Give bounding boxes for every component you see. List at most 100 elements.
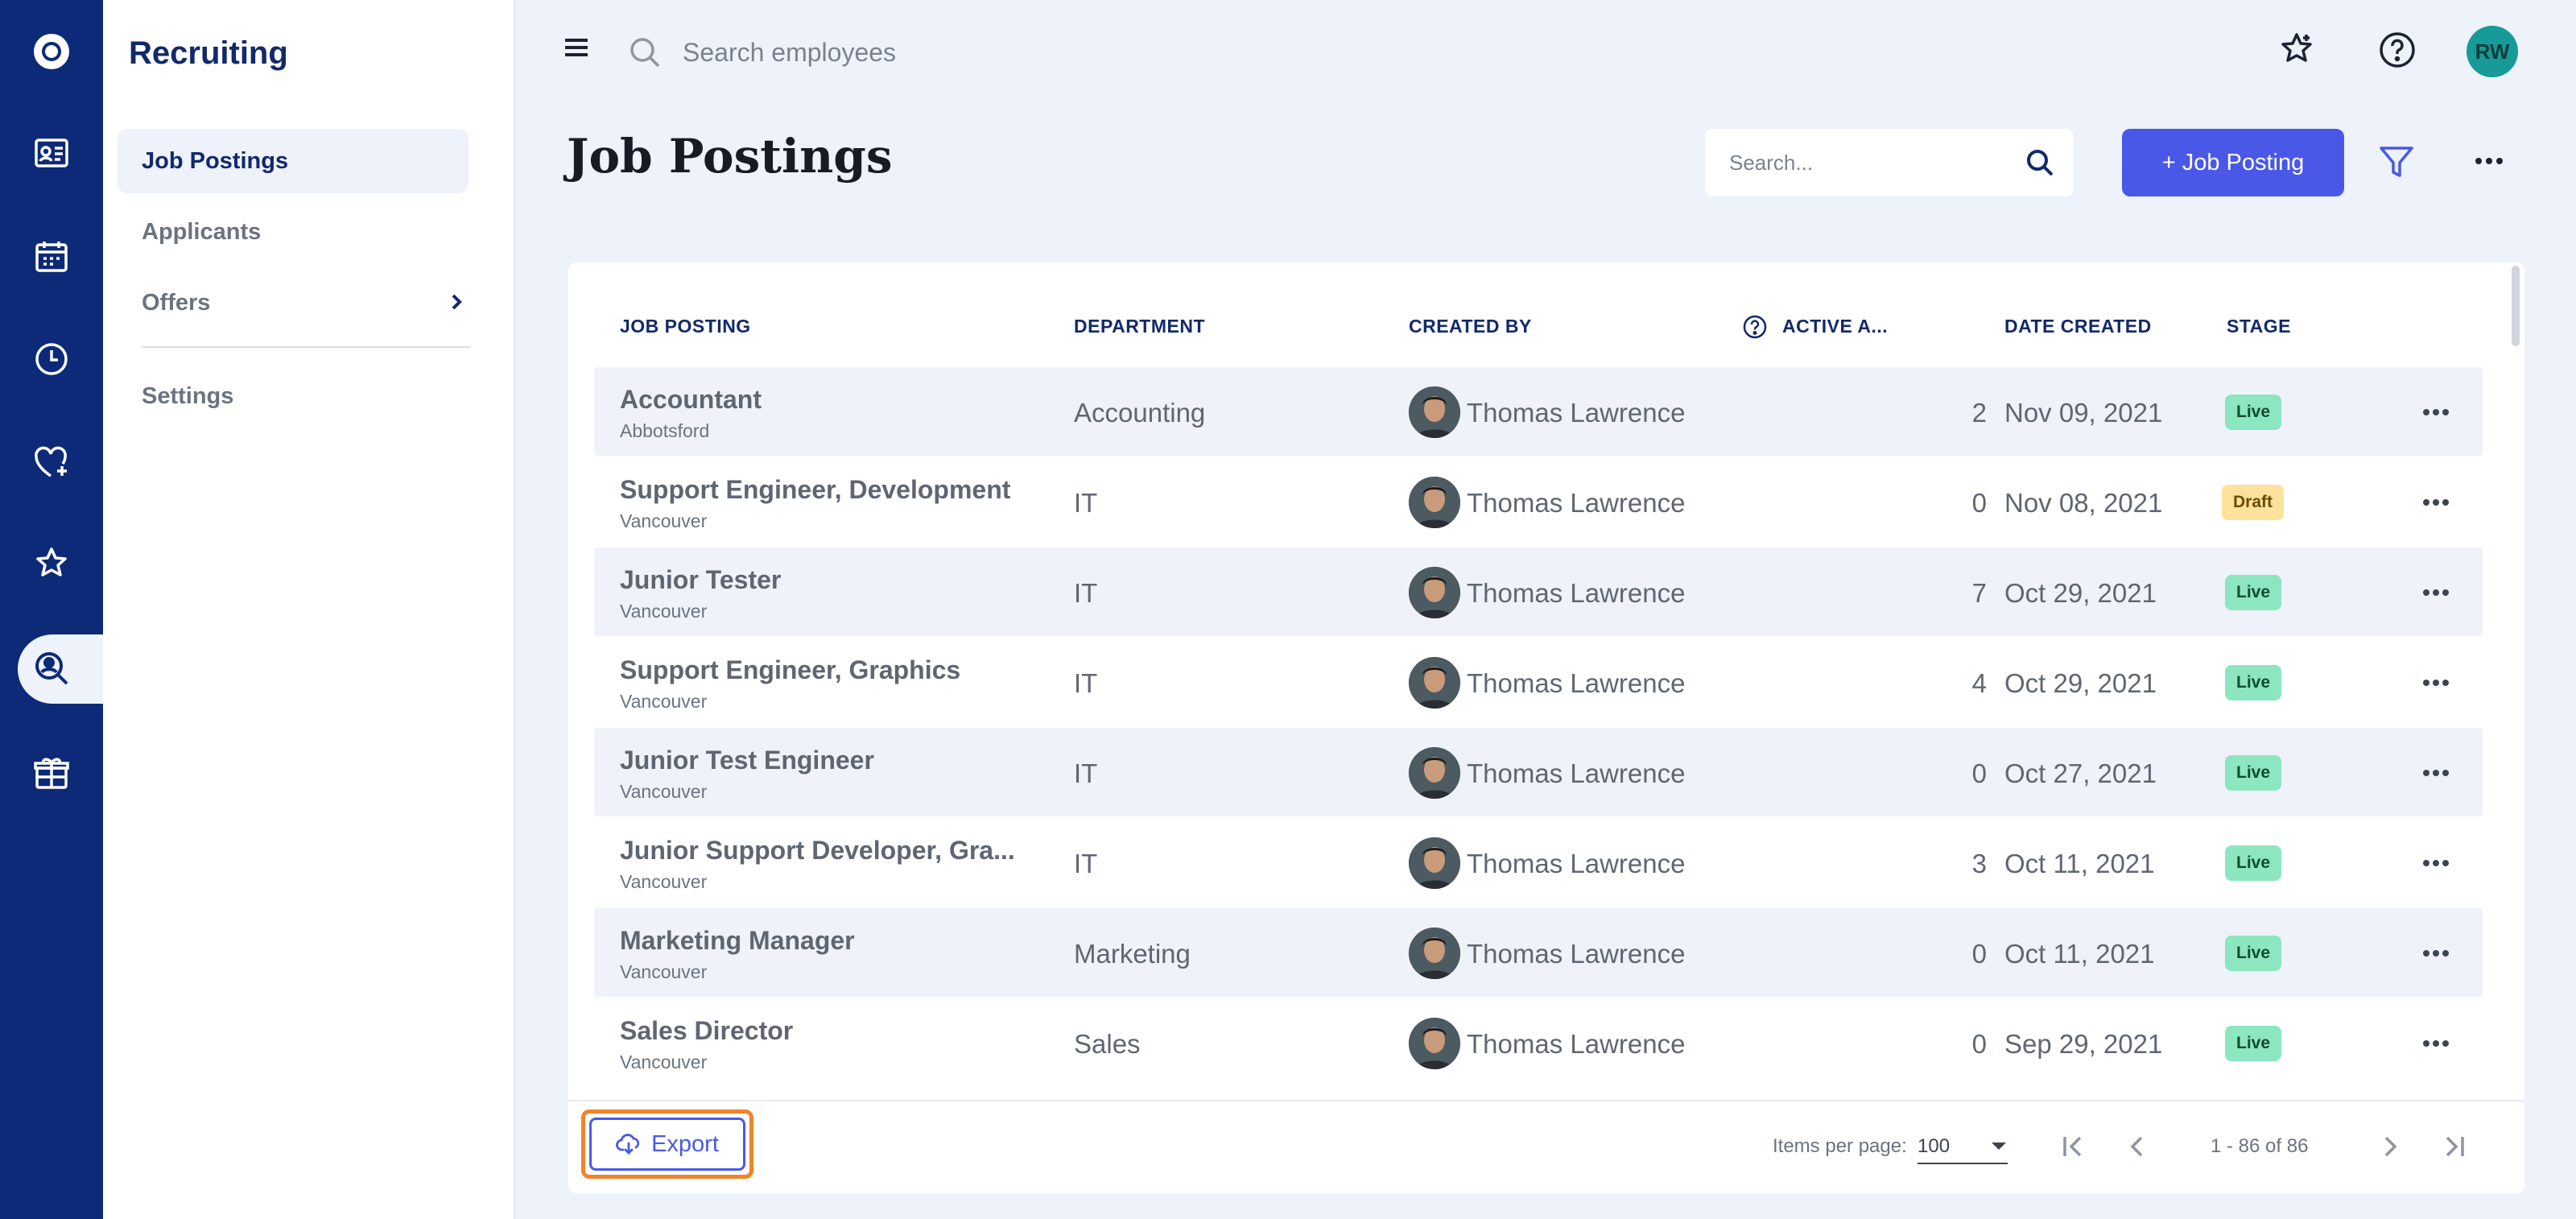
- sidebar-item-label: Job Postings: [142, 147, 289, 174]
- first-page-icon[interactable]: [2058, 1130, 2090, 1163]
- stage-badge: Live: [2225, 575, 2282, 610]
- add-job-posting-button[interactable]: + Job Posting: [2122, 129, 2344, 196]
- user-avatar[interactable]: RW: [2467, 26, 2518, 77]
- id-card-icon[interactable]: [0, 113, 103, 193]
- chevron-right-icon: [444, 290, 469, 314]
- export-button[interactable]: Export: [589, 1118, 745, 1171]
- clock-icon[interactable]: [0, 319, 103, 399]
- row-more-icon[interactable]: [2421, 767, 2450, 779]
- table-row[interactable]: Marketing Manager Vancouver Marketing Th…: [594, 908, 2483, 997]
- created-by-cell[interactable]: Thomas Lawrence: [1467, 758, 1685, 789]
- created-by-cell[interactable]: Thomas Lawrence: [1467, 849, 1685, 879]
- created-by-cell[interactable]: Thomas Lawrence: [1467, 939, 1685, 969]
- previous-page-icon[interactable]: [2122, 1130, 2154, 1163]
- active-applicants-cell: 0: [1971, 758, 1987, 788]
- table-scrollbar[interactable]: [2512, 266, 2520, 346]
- items-per-page-select[interactable]: 100: [1918, 1127, 2008, 1164]
- row-more-icon[interactable]: [2421, 406, 2450, 419]
- table-row[interactable]: Sales Director Vancouver Sales Thomas La…: [594, 998, 2483, 1087]
- star-icon[interactable]: [0, 523, 103, 604]
- search-icon[interactable]: [2024, 147, 2056, 179]
- favorites-star-icon[interactable]: [2278, 31, 2315, 68]
- stage-badge: Live: [2225, 395, 2282, 430]
- table-row[interactable]: Junior Support Developer, Gra... Vancouv…: [594, 818, 2483, 907]
- date-created-cell: Oct 11, 2021: [2004, 939, 2155, 969]
- column-header-date-created[interactable]: DATE CREATED: [2004, 316, 2152, 337]
- row-more-icon[interactable]: [2421, 496, 2450, 509]
- creator-avatar: [1409, 747, 1460, 799]
- row-more-icon[interactable]: [2421, 857, 2450, 870]
- column-header-stage[interactable]: STAGE: [2227, 316, 2291, 337]
- job-location: Vancouver: [620, 871, 708, 892]
- recruiting-search-icon[interactable]: [8, 628, 95, 709]
- sidebar-item-applicants[interactable]: Applicants: [118, 200, 469, 264]
- created-by-cell[interactable]: Thomas Lawrence: [1467, 488, 1685, 519]
- sidebar-item-label: Settings: [142, 382, 234, 409]
- job-title[interactable]: Junior Test Engineer: [620, 746, 1055, 775]
- table-row[interactable]: Junior Test Engineer Vancouver IT Thomas…: [594, 728, 2483, 816]
- creator-avatar: [1409, 477, 1460, 528]
- job-title[interactable]: Junior Tester: [620, 565, 1055, 595]
- job-search-box: [1705, 129, 2074, 196]
- last-page-icon[interactable]: [2438, 1130, 2470, 1163]
- help-icon[interactable]: [1742, 314, 1768, 340]
- sidebar-title: Recruiting: [129, 35, 288, 71]
- date-created-cell: Nov 08, 2021: [2004, 488, 2163, 518]
- row-more-icon[interactable]: [2421, 1037, 2450, 1050]
- heart-plus-icon[interactable]: [0, 422, 103, 502]
- job-title[interactable]: Support Engineer, Graphics: [620, 655, 1055, 685]
- row-more-icon[interactable]: [2421, 947, 2450, 960]
- gift-box-icon[interactable]: [0, 733, 103, 813]
- job-location: Vancouver: [620, 961, 708, 982]
- date-created-cell: Nov 09, 2021: [2004, 398, 2163, 428]
- job-title[interactable]: Support Engineer, Development: [620, 475, 1055, 505]
- created-by-cell[interactable]: Thomas Lawrence: [1467, 578, 1685, 609]
- job-title[interactable]: Accountant: [620, 385, 1055, 415]
- active-applicants-cell: 0: [1971, 488, 1987, 518]
- column-header-department[interactable]: DEPARTMENT: [1074, 316, 1205, 337]
- department-cell: IT: [1074, 849, 1098, 878]
- date-created-cell: Oct 11, 2021: [2004, 849, 2155, 878]
- row-more-icon[interactable]: [2421, 676, 2450, 689]
- stage-badge: Live: [2225, 936, 2282, 971]
- hamburger-menu-icon[interactable]: [562, 35, 591, 60]
- job-title[interactable]: Junior Support Developer, Gra...: [620, 836, 1055, 866]
- created-by-cell[interactable]: Thomas Lawrence: [1467, 398, 1685, 428]
- created-by-cell[interactable]: Thomas Lawrence: [1467, 668, 1685, 699]
- table-row[interactable]: Support Engineer, Development Vancouver …: [594, 457, 2483, 546]
- next-page-icon[interactable]: [2373, 1130, 2405, 1163]
- more-options-icon[interactable]: [2473, 151, 2505, 171]
- logo-icon[interactable]: [0, 11, 103, 92]
- column-header-job-posting[interactable]: JOB POSTING: [620, 316, 751, 337]
- filter-icon[interactable]: [2378, 143, 2415, 180]
- column-header-active-applicants[interactable]: ACTIVE A...: [1782, 316, 1888, 337]
- table-row[interactable]: Accountant Abbotsford Accounting Thomas …: [594, 367, 2483, 456]
- column-header-created-by[interactable]: CREATED BY: [1409, 316, 1532, 337]
- job-search-input[interactable]: [1729, 143, 2003, 182]
- help-icon[interactable]: [2378, 31, 2417, 69]
- creator-avatar: [1409, 567, 1460, 618]
- job-title[interactable]: Sales Director: [620, 1016, 1055, 1046]
- job-title[interactable]: Marketing Manager: [620, 926, 1055, 956]
- creator-avatar: [1409, 837, 1460, 889]
- sidebar-item-settings[interactable]: Settings: [118, 364, 469, 428]
- search-icon: [628, 35, 662, 69]
- department-cell: IT: [1074, 488, 1098, 518]
- employee-search-input[interactable]: [683, 32, 1166, 72]
- recruiting-sidebar: Recruiting Job Postings Applicants Offer…: [103, 0, 515, 1219]
- sidebar-item-offers[interactable]: Offers: [118, 271, 469, 335]
- calendar-icon[interactable]: [0, 216, 103, 296]
- items-per-page-label: Items per page:: [1773, 1135, 1907, 1157]
- department-cell: Marketing: [1074, 939, 1191, 969]
- stage-badge: Draft: [2222, 485, 2285, 520]
- sidebar-item-label: Offers: [142, 289, 211, 316]
- table-row[interactable]: Junior Tester Vancouver IT Thomas Lawren…: [594, 548, 2483, 636]
- active-applicants-cell: 3: [1971, 849, 1987, 878]
- row-more-icon[interactable]: [2421, 586, 2450, 599]
- department-cell: Accounting: [1074, 398, 1206, 428]
- table-row[interactable]: Support Engineer, Graphics Vancouver IT …: [594, 638, 2483, 726]
- created-by-cell[interactable]: Thomas Lawrence: [1467, 1029, 1685, 1060]
- sidebar-item-job-postings[interactable]: Job Postings: [118, 129, 469, 193]
- app-rail: [0, 0, 103, 1219]
- creator-avatar: [1409, 657, 1460, 709]
